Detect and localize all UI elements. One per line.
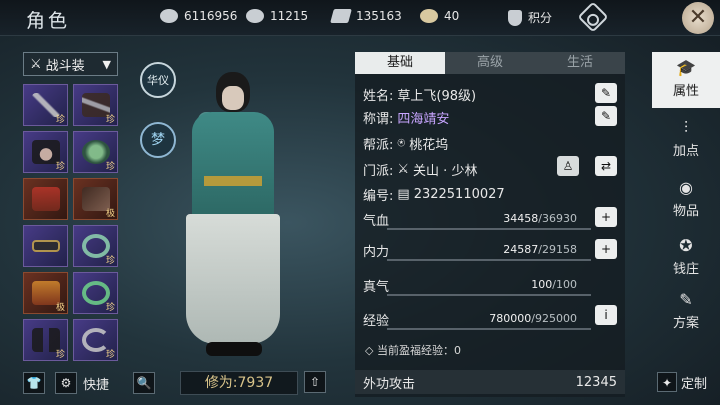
side-item-bank[interactable]: ✪ 钱庄 [652, 230, 720, 286]
equip-slot-hidden-weapon[interactable]: 珍 [73, 84, 118, 126]
tab-life[interactable]: 生活 [535, 52, 625, 74]
money-bag-icon: ✪ [679, 236, 693, 255]
equip-slot-ring2[interactable]: 珍 [73, 272, 118, 314]
guild-row: 帮派: ⍟ 桃花坞 [363, 136, 449, 153]
title-row: 称谓: 四海靖安 [363, 112, 450, 127]
inspect-button[interactable]: 🔍 [133, 372, 155, 394]
customize-button[interactable]: ✦ 定制 [657, 372, 707, 392]
equip-slot-ring1[interactable]: 珍 [73, 225, 118, 267]
cultivation-power: 修为:7937 [180, 371, 298, 395]
sect-row: 门派: ⚔ 关山 · 少林 [363, 162, 478, 179]
add-hp-button[interactable]: + [595, 207, 617, 227]
mp-bar [387, 259, 591, 261]
gold-ingot-icon [420, 9, 438, 23]
resource-tickets: 135163 [330, 9, 402, 23]
tab-advanced[interactable]: 高级 [445, 52, 535, 74]
top-bar: 角色 6116956 11215 135163 40 积分 ✕ [0, 0, 720, 36]
info-tabs: 基础 高级 生活 [355, 52, 625, 74]
settings-gear-icon[interactable] [577, 1, 609, 33]
qi-bar [387, 294, 591, 296]
side-item-plans[interactable]: ✎ 方案 [652, 284, 720, 340]
page-title: 角色 [26, 10, 71, 32]
hp-bar [387, 228, 591, 230]
sect-icon: ⚔ [397, 162, 410, 177]
brush-icon: ✎ [600, 109, 612, 123]
sliders-icon: ⫶ [683, 118, 688, 137]
person-icon: ♙ [562, 159, 574, 173]
shield-icon [508, 9, 522, 26]
brush-icon: ✎ [600, 86, 612, 100]
equip-slot-armor[interactable] [23, 178, 68, 220]
equip-slot-necklace[interactable]: 珍 [73, 131, 118, 173]
stat-exp: 经验 780000/925000 [363, 310, 619, 330]
film-reel-icon [160, 9, 178, 23]
add-mp-button[interactable]: + [595, 239, 617, 259]
outfit-button[interactable]: 👕 [23, 372, 45, 394]
upgrade-button[interactable]: ⇧ [304, 371, 326, 393]
arrow-up-icon: ⇧ [309, 375, 321, 389]
bag-icon: ◉ [679, 178, 693, 197]
quick-button[interactable]: ⚙ 快捷 [55, 372, 109, 394]
magnifier-icon: 🔍 [136, 376, 152, 390]
stat-hp: 气血 34458/36930 [363, 210, 619, 230]
equip-slot-gloves[interactable]: 极 [73, 178, 118, 220]
edit-name-button[interactable]: ✎ [595, 83, 617, 103]
close-button[interactable]: ✕ [682, 2, 714, 34]
points-button[interactable]: 积分 [508, 9, 552, 26]
switch-sect-button[interactable]: ⇄ [595, 156, 617, 176]
side-item-points[interactable]: ⫶ 加点 [652, 112, 720, 168]
sword-icon: ⚔ [30, 56, 42, 72]
equip-slot-belt[interactable] [23, 225, 68, 267]
edit-title-button[interactable]: ✎ [595, 106, 617, 126]
character-info-panel: 基础 高级 生活 姓名: 草上飞(98级) ✎ 称谓: 四海靖安 ✎ 帮派: ⍟… [355, 52, 625, 397]
mortarboard-icon: 🎓 [676, 58, 696, 77]
sect-person-button[interactable]: ♙ [557, 156, 579, 176]
equip-slot-weapon[interactable]: 珍 [23, 84, 68, 126]
belt-art-icon [32, 240, 60, 252]
scroll-icon: ✎ [679, 290, 693, 309]
side-item-items[interactable]: ◉ 物品 [652, 172, 720, 228]
id-row: 编号: ▤ 23225110027 [363, 187, 505, 204]
equip-slot-cloak[interactable]: 极 [23, 272, 68, 314]
resource-gold: 40 [420, 9, 459, 23]
character-model [178, 72, 288, 362]
resource-silver: 11215 [246, 9, 308, 23]
swap-icon: ⇄ [600, 159, 612, 173]
equipment-set-dropdown[interactable]: ⚔ 战斗装 ▼ [23, 52, 118, 76]
side-item-attributes[interactable]: 🎓 属性 [652, 52, 720, 108]
bonus-exp-text: ◇ 当前盈福经验：0 [365, 344, 461, 357]
equip-slot-boots[interactable]: 珍 [23, 319, 68, 361]
stat-qi: 真气 100/100 [363, 276, 619, 296]
chevron-down-icon: ▼ [102, 57, 111, 71]
style-emblem[interactable]: 华仪 [140, 62, 176, 98]
exp-bar [387, 328, 591, 330]
equip-slot-bracelet[interactable]: 珍 [73, 319, 118, 361]
wand-icon: ✦ [657, 372, 677, 392]
scroll-icon: ▤ [397, 187, 410, 202]
exp-info-button[interactable]: i [595, 305, 617, 325]
attack-row: 外功攻击 12345 [355, 370, 625, 394]
ticket-icon [330, 9, 352, 23]
side-menu: 🎓 属性 ⫶ 加点 ◉ 物品 ✪ 钱庄 ✎ 方案 [652, 52, 720, 372]
gear-icon: ⚙ [55, 372, 77, 394]
tab-basic[interactable]: 基础 [355, 52, 445, 74]
resource-coins: 6116956 [160, 9, 237, 23]
silver-ingot-icon [246, 9, 264, 23]
equip-slot-head[interactable]: 珍 [23, 131, 68, 173]
name-row: 姓名: 草上飞(98级) [363, 89, 477, 104]
stat-mp: 内力 24587/29158 [363, 241, 619, 261]
shirt-icon: 👕 [26, 376, 42, 390]
armor-art-icon [32, 187, 60, 211]
guild-icon: ⍟ [397, 136, 406, 151]
bottom-left-controls: 👕 ⚙ 快捷 [23, 372, 109, 394]
dream-emblem[interactable]: 梦 [140, 122, 176, 158]
